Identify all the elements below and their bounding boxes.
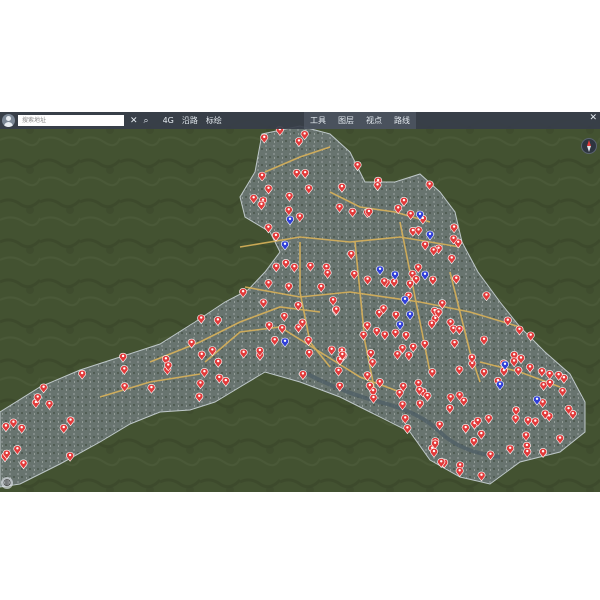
toolbar-button-plot[interactable]: 标绘 <box>202 115 226 126</box>
toolbar-button-viewpoint[interactable]: 视点 <box>362 115 386 126</box>
close-icon[interactable]: ✕ <box>130 116 138 126</box>
toolbar-button-layers[interactable]: 图层 <box>334 115 358 126</box>
globe-icon[interactable]: ◍ <box>1 477 13 489</box>
user-avatar-icon[interactable] <box>2 114 15 127</box>
search-icon[interactable]: ⌕ <box>144 116 149 126</box>
toolbar: ✕ ⌕ 4G 沿路 标绘 工具 图层 视点 路线 ✕ <box>0 112 600 129</box>
toolbar-button-along-road[interactable]: 沿路 <box>178 115 202 126</box>
map-frame: ✕ ⌕ 4G 沿路 标绘 工具 图层 视点 路线 ✕ ◍ <box>0 112 600 492</box>
search-input[interactable] <box>18 115 124 126</box>
satellite-map[interactable] <box>0 112 600 492</box>
close-icon[interactable]: ✕ <box>589 113 597 123</box>
compass-icon[interactable] <box>581 138 597 154</box>
toolbar-right-group: 工具 图层 视点 路线 <box>304 112 416 129</box>
toolbar-button-tools[interactable]: 工具 <box>306 115 330 126</box>
toolbar-button-4g[interactable]: 4G <box>159 116 178 125</box>
toolbar-left-group: 4G 沿路 标绘 <box>159 112 226 129</box>
toolbar-button-routes[interactable]: 路线 <box>390 115 414 126</box>
